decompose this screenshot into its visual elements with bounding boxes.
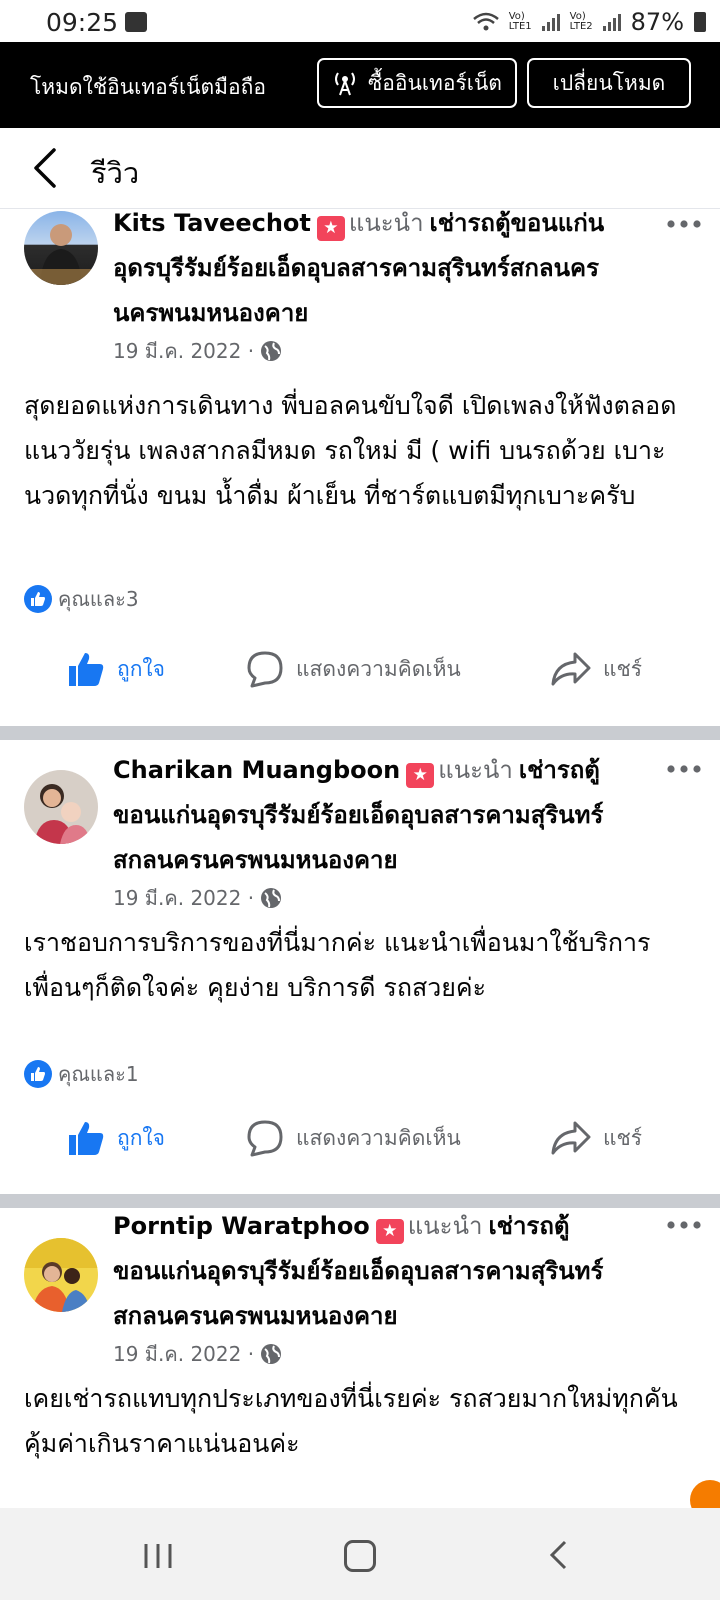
globe-icon (261, 888, 282, 908)
review-text: เราชอบการบริการของที่นี่มากค่ะ แนะนำเพื่… (24, 928, 651, 1002)
comment-label: แสดงความคิดเห็น (296, 1125, 461, 1150)
data-mode-text: โหมดใช้อินเทอร์เน็ตมือถือ (30, 75, 266, 99)
avatar-person-icon (24, 1238, 98, 1312)
review-date[interactable]: 19 มี.ค. 2022 · (113, 335, 254, 367)
nav-recents-icon[interactable] (143, 1542, 173, 1570)
review-header: Porntip Waratphoo ★ แนะนำ เช่ารถตู้ขอนแก่นอ… (113, 1204, 633, 1339)
signal-1-icon (541, 13, 560, 31)
status-bar: 09:25 Vo) LTE1 Vo) LTE2 87% (0, 0, 720, 42)
battery-percent: 87% (630, 8, 684, 36)
review-date[interactable]: 19 มี.ค. 2022 · (113, 1338, 254, 1370)
more-icon[interactable] (666, 219, 702, 229)
thumbs-up-icon (69, 653, 104, 686)
review-text: สุดยอดแห่งการเดินทาง พี่บอลคนขับใจดี เปิ… (24, 391, 677, 510)
share-icon (551, 1121, 591, 1155)
comment-label: แสดงความคิดเห็น (296, 656, 461, 681)
recommend-icon: ★ (316, 216, 345, 241)
globe-icon (261, 1344, 282, 1364)
recommend-icon: ★ (406, 763, 435, 788)
comment-icon (247, 651, 283, 688)
reaction-summary[interactable]: คุณและ1 (24, 1058, 139, 1090)
status-indicators: Vo) LTE1 Vo) LTE2 87% (472, 8, 706, 36)
like-badge-icon (24, 585, 52, 613)
signal-2-icon (602, 13, 621, 31)
back-icon[interactable] (28, 146, 64, 190)
review-meta: 19 มี.ค. 2022 · (113, 335, 282, 367)
comment-button[interactable]: แสดงความคิดเห็น (246, 639, 461, 699)
network-1-label: Vo) LTE1 (508, 11, 532, 32)
avatar[interactable] (24, 770, 98, 844)
recommend-icon: ★ (375, 1219, 404, 1244)
page-title: รีวิว (91, 156, 140, 190)
nav-back-icon[interactable] (547, 1540, 571, 1570)
share-icon (551, 652, 591, 686)
page-header: รีวิว (0, 128, 720, 209)
author-name[interactable]: Kits Taveechot (113, 209, 311, 237)
review-meta: 19 มี.ค. 2022 · (113, 882, 282, 914)
network-2-label: Vo) LTE2 (569, 11, 593, 32)
more-icon[interactable] (666, 1220, 702, 1230)
review-card: Kits Taveechot ★ แนะนำ เช่ารถตู้ขอนแก่นอุดร… (0, 209, 720, 714)
reaction-count: คุณและ1 (58, 1062, 139, 1086)
avatar-person-icon (34, 784, 90, 844)
review-card: Porntip Waratphoo ★ แนะนำ เช่ารถตู้ขอนแก่นอ… (0, 1208, 720, 1508)
review-divider (0, 726, 720, 740)
review-header: Kits Taveechot ★ แนะนำ เช่ารถตู้ขอนแก่นอุดร… (113, 201, 633, 336)
reaction-summary[interactable]: คุณและ3 (24, 583, 139, 615)
switch-mode-button[interactable]: เปลี่ยนโหมด (527, 58, 691, 108)
author-name[interactable]: Porntip Waratphoo (113, 1212, 370, 1240)
review-card: Charikan Muangboon ★ แนะนำ เช่ารถตู้ ขอนแก่… (0, 740, 720, 1180)
review-date[interactable]: 19 มี.ค. 2022 · (113, 882, 254, 914)
recommend-label: แนะนำ (348, 209, 424, 237)
system-nav-bar (0, 1508, 720, 1600)
buy-internet-button[interactable]: ซื้ออินเทอร์เน็ต (317, 58, 517, 108)
share-label: แชร์ (603, 1125, 643, 1150)
comment-icon (247, 1120, 283, 1157)
buy-internet-label: ซื้ออินเทอร์เน็ต (368, 70, 502, 95)
thumbs-up-icon (69, 1122, 104, 1155)
comment-button[interactable]: แสดงความคิดเห็น (246, 1108, 461, 1168)
author-name[interactable]: Charikan Muangboon (113, 756, 400, 784)
like-button[interactable]: ถูกใจ (67, 1108, 165, 1168)
action-bar: ถูกใจ แสดงความคิดเห็น แชร์ (0, 1108, 720, 1168)
gallery-notification-icon (125, 12, 147, 32)
wifi-icon (472, 12, 499, 31)
like-label: ถูกใจ (117, 656, 165, 681)
switch-mode-label: เปลี่ยนโหมด (552, 70, 666, 95)
action-bar: ถูกใจ แสดงความคิดเห็น แชร์ (0, 639, 720, 699)
data-mode-banner: โหมดใช้อินเทอร์เน็ตมือถือ ซื้ออินเทอร์เน… (0, 42, 720, 128)
like-label: ถูกใจ (117, 1125, 165, 1150)
avatar-person-icon (24, 224, 98, 285)
status-time: 09:25 (46, 8, 119, 37)
review-header: Charikan Muangboon ★ แนะนำ เช่ารถตู้ ขอนแก่… (113, 748, 633, 883)
review-text: เคยเช่ารถแทบทุกประเภทของที่นี่เรยค่ะ รถส… (24, 1384, 678, 1458)
review-meta: 19 มี.ค. 2022 · (113, 1338, 282, 1370)
battery-icon (694, 12, 706, 32)
share-label: แชร์ (603, 656, 643, 681)
like-badge-icon (24, 1060, 52, 1088)
recommend-label: แนะนำ (407, 1212, 483, 1240)
nav-home-icon[interactable] (344, 1540, 376, 1572)
reaction-count: คุณและ3 (58, 587, 139, 611)
share-button[interactable]: แชร์ (551, 639, 642, 699)
like-button[interactable]: ถูกใจ (67, 639, 165, 699)
globe-icon (261, 341, 282, 361)
avatar[interactable] (24, 1238, 98, 1312)
recommend-label: แนะนำ (438, 756, 513, 784)
antenna-icon (335, 72, 356, 96)
avatar[interactable] (24, 211, 98, 285)
more-icon[interactable] (666, 764, 702, 774)
share-button[interactable]: แชร์ (551, 1108, 642, 1168)
